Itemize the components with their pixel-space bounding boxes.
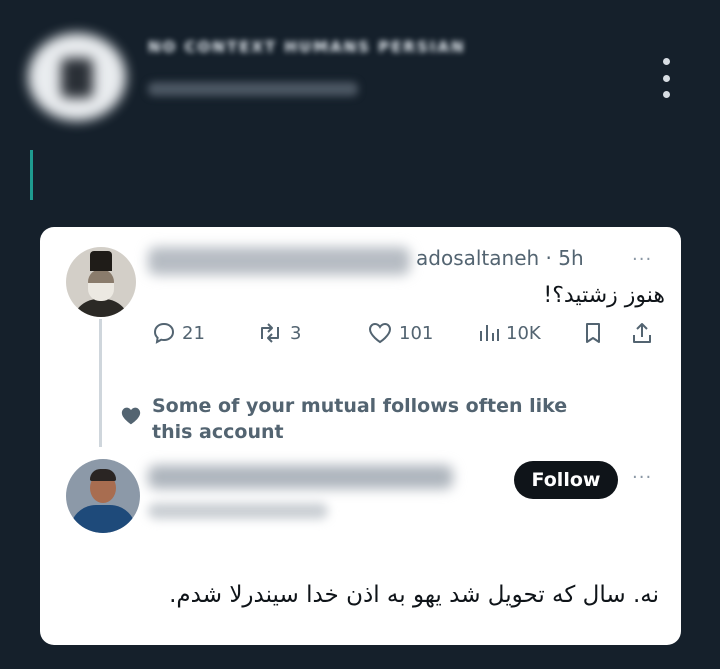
views-icon bbox=[480, 325, 499, 341]
header-handle-blurred bbox=[148, 82, 358, 96]
share-icon bbox=[633, 323, 651, 343]
like-button[interactable]: 101 bbox=[367, 321, 433, 345]
post-more-icon[interactable]: ··· bbox=[632, 249, 652, 270]
reply-avatar[interactable] bbox=[66, 459, 140, 533]
repost-icon bbox=[261, 323, 279, 343]
heart-icon bbox=[368, 322, 392, 344]
more-options-icon[interactable] bbox=[654, 58, 678, 98]
post-actions: 21 3 101 10K bbox=[152, 321, 662, 351]
reply-count: 21 bbox=[182, 322, 205, 344]
header-account-name: NO CONTEXT HUMANS PERSIAN bbox=[148, 38, 466, 56]
bookmark-icon bbox=[586, 323, 600, 343]
repost-count: 3 bbox=[290, 322, 302, 344]
like-count: 101 bbox=[399, 322, 434, 344]
share-button[interactable] bbox=[630, 321, 654, 345]
bookmark-button[interactable] bbox=[582, 321, 604, 345]
thread-line bbox=[99, 319, 102, 447]
follow-button[interactable]: Follow bbox=[514, 461, 618, 499]
post-card: adosaltaneh · 5h ··· هنوز زشتید؟! 21 3 1… bbox=[40, 227, 681, 645]
reply-icon bbox=[153, 322, 175, 344]
reply-author-name-blurred bbox=[148, 465, 453, 489]
author-name-blurred bbox=[148, 247, 410, 275]
text-cursor bbox=[30, 150, 33, 200]
heart-icon bbox=[121, 407, 141, 425]
views-button[interactable]: 10K bbox=[478, 321, 541, 345]
reply-more-icon[interactable]: ··· bbox=[632, 467, 652, 488]
reply-author-handle-blurred bbox=[148, 503, 328, 519]
post-text: هنوز زشتید؟! bbox=[543, 283, 665, 308]
views-count: 10K bbox=[506, 322, 541, 344]
header-avatar[interactable] bbox=[28, 33, 126, 121]
reply-text: نه. سال که تحویل شد یهو به اذن خدا سیندر… bbox=[169, 582, 659, 608]
mutual-follows-notice: Some of your mutual follows often like t… bbox=[152, 395, 568, 443]
reply-button[interactable]: 21 bbox=[152, 321, 205, 345]
avatar[interactable] bbox=[66, 247, 136, 317]
repost-button[interactable]: 3 bbox=[256, 321, 301, 345]
author-handle-time[interactable]: adosaltaneh · 5h bbox=[416, 246, 584, 270]
